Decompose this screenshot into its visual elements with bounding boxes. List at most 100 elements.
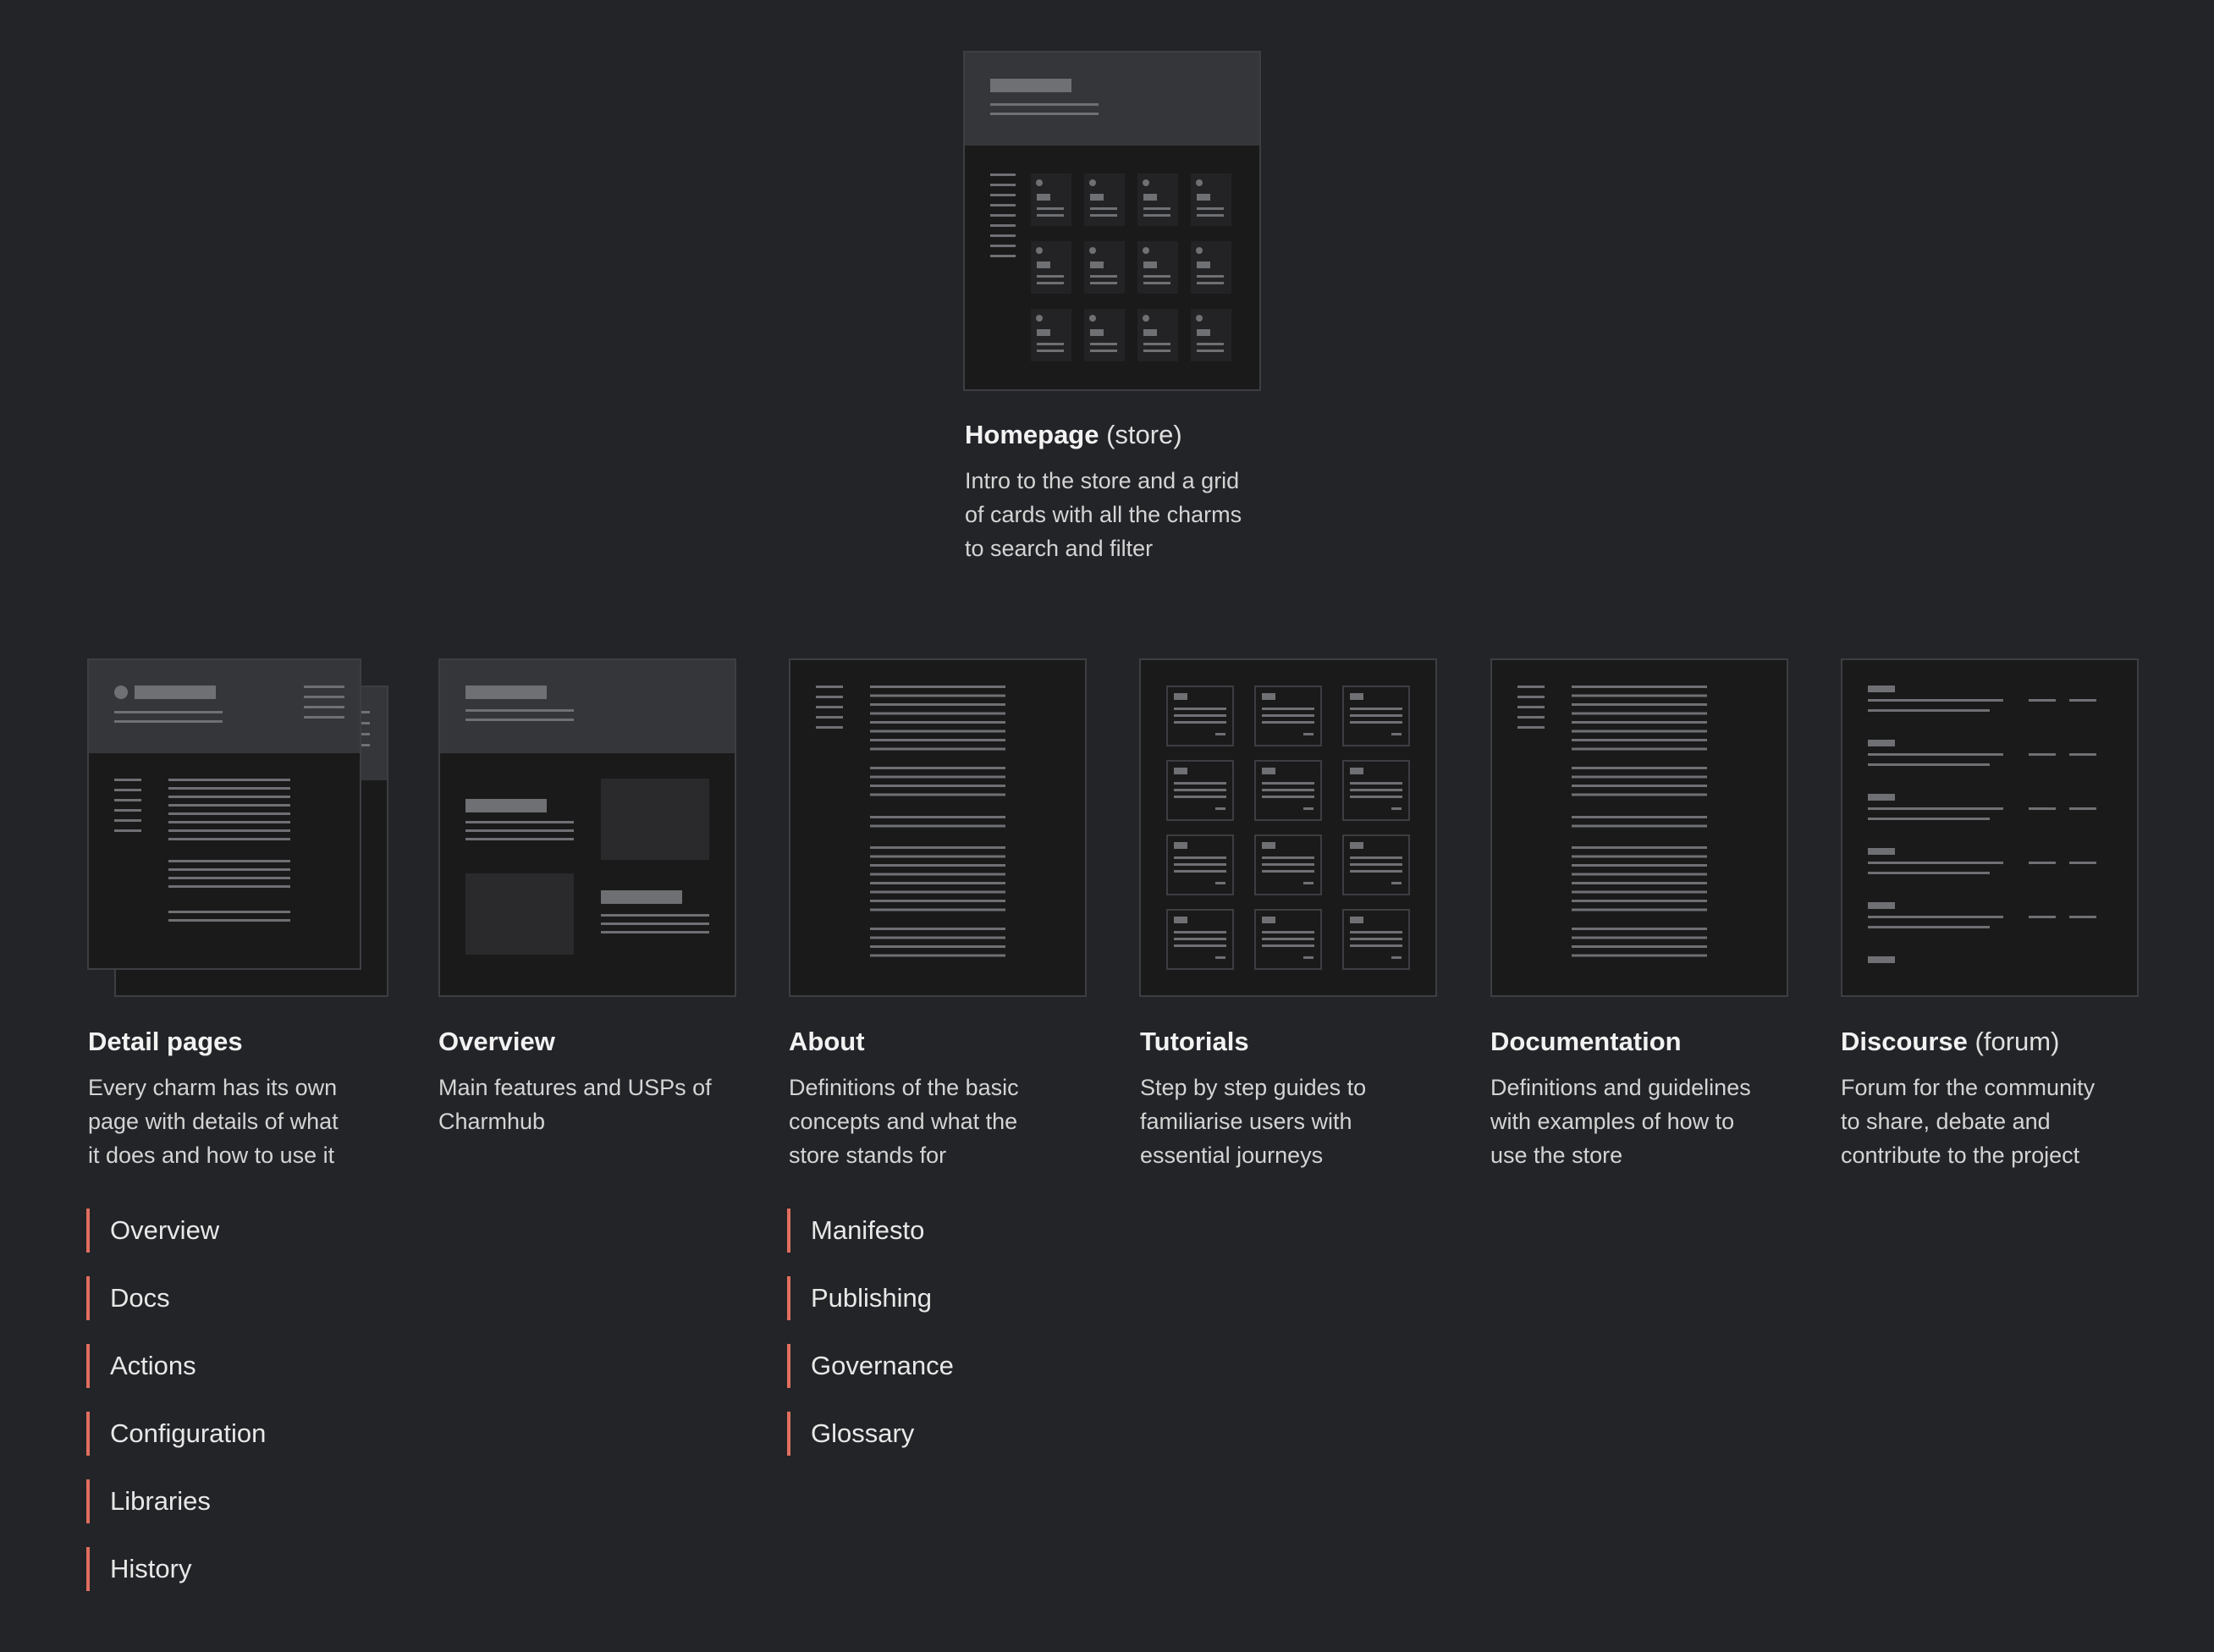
placeholder-line [1197, 282, 1224, 284]
placeholder-line [870, 864, 1005, 867]
placeholder-line [1174, 796, 1226, 798]
placeholder-line [168, 796, 290, 798]
card-title [1090, 329, 1104, 336]
overview-description: Main features and USPs of Charmhub [438, 1075, 712, 1134]
placeholder-line [1350, 714, 1402, 717]
placeholder-line [870, 882, 1005, 884]
placeholder-line [168, 885, 290, 888]
placeholder-line [870, 686, 1005, 688]
placeholder-line [1517, 716, 1545, 719]
placeholder-line [1174, 856, 1226, 859]
link-configuration[interactable]: Configuration [86, 1412, 266, 1456]
placeholder-line [1572, 936, 1707, 939]
link-governance[interactable]: Governance [787, 1344, 954, 1388]
placeholder-line [1262, 708, 1314, 710]
placeholder-line [870, 900, 1005, 902]
placeholder-line [1262, 944, 1314, 947]
placeholder-dot [1196, 247, 1203, 254]
card-title [1262, 842, 1275, 849]
placeholder-line [1037, 207, 1064, 210]
placeholder-line [870, 767, 1005, 769]
detail-pages-title: Detail pages [88, 1027, 243, 1056]
placeholder-line [304, 716, 344, 719]
placeholder-line [2069, 807, 2096, 810]
placeholder-line [1090, 214, 1117, 217]
placeholder-line [1215, 956, 1225, 959]
placeholder-line [1572, 882, 1707, 884]
placeholder-line [870, 739, 1005, 741]
placeholder-line [1174, 721, 1226, 724]
placeholder-line [1350, 931, 1402, 933]
link-docs[interactable]: Docs [86, 1276, 266, 1320]
placeholder-line [990, 214, 1016, 217]
link-libraries[interactable]: Libraries [86, 1479, 266, 1523]
card-title [1143, 329, 1157, 336]
placeholder-line [114, 789, 141, 791]
placeholder-line [870, 928, 1005, 930]
placeholder-line [1090, 343, 1117, 345]
placeholder-line [1197, 343, 1224, 345]
discourse-description: Forum for the community to share, debate… [1841, 1075, 2096, 1168]
placeholder-line [1262, 782, 1314, 785]
link-actions[interactable]: Actions [86, 1344, 266, 1388]
title-bar [990, 79, 1071, 92]
placeholder-line [1262, 789, 1314, 791]
placeholder-line [1350, 789, 1402, 791]
placeholder-line [304, 686, 344, 688]
placeholder-line [1174, 708, 1226, 710]
placeholder-line [2029, 753, 2056, 756]
placeholder-line [1090, 350, 1117, 352]
placeholder-line [1037, 214, 1064, 217]
link-glossary[interactable]: Glossary [787, 1412, 954, 1456]
card-title [1143, 194, 1157, 201]
placeholder-line [1174, 870, 1226, 873]
image-placeholder [601, 779, 709, 860]
placeholder-line [1350, 721, 1402, 724]
discourse-caption: Discourse (forum) Forum for the communit… [1841, 1025, 2162, 1172]
card-title [1037, 329, 1050, 336]
placeholder-line [168, 821, 290, 823]
placeholder-line [114, 799, 141, 801]
placeholder-line [816, 696, 843, 698]
link-manifesto[interactable]: Manifesto [787, 1209, 954, 1253]
placeholder-dot [1089, 315, 1096, 322]
placeholder-dot [1036, 315, 1043, 322]
placeholder-line [168, 877, 290, 879]
placeholder-line [990, 255, 1016, 257]
placeholder-line [1350, 708, 1402, 710]
placeholder-line [1174, 789, 1226, 791]
placeholder-line [2029, 916, 2056, 918]
placeholder-line [168, 812, 290, 815]
topic-title [1868, 740, 1895, 746]
placeholder-line [168, 860, 290, 862]
placeholder-line [1350, 856, 1402, 859]
placeholder-line [1037, 275, 1064, 278]
documentation-title: Documentation [1490, 1027, 1682, 1056]
placeholder-line [1868, 807, 2003, 810]
card-title [1037, 262, 1050, 268]
placeholder-line [816, 686, 843, 688]
placeholder-line [1197, 214, 1224, 217]
placeholder-line [1572, 846, 1707, 849]
placeholder-line [870, 908, 1005, 911]
documentation-description: Definitions and guidelines with examples… [1490, 1075, 1751, 1168]
placeholder-line [1197, 275, 1224, 278]
placeholder-line [1572, 908, 1707, 911]
placeholder-line [1572, 900, 1707, 902]
placeholder-line [1868, 862, 2003, 864]
placeholder-line [1215, 733, 1225, 735]
link-history[interactable]: History [86, 1547, 266, 1591]
card-title [1350, 842, 1363, 849]
placeholder-dot [1196, 315, 1203, 322]
placeholder-line [1572, 712, 1707, 715]
overview-title: Overview [438, 1027, 555, 1056]
link-overview[interactable]: Overview [86, 1209, 266, 1253]
placeholder-line [990, 224, 1016, 227]
link-publishing[interactable]: Publishing [787, 1276, 954, 1320]
placeholder-line [1143, 214, 1170, 217]
placeholder-line [465, 838, 574, 840]
placeholder-line [990, 113, 1099, 115]
placeholder-line [990, 245, 1016, 247]
topic-title [1868, 902, 1895, 909]
placeholder-line [1262, 856, 1314, 859]
